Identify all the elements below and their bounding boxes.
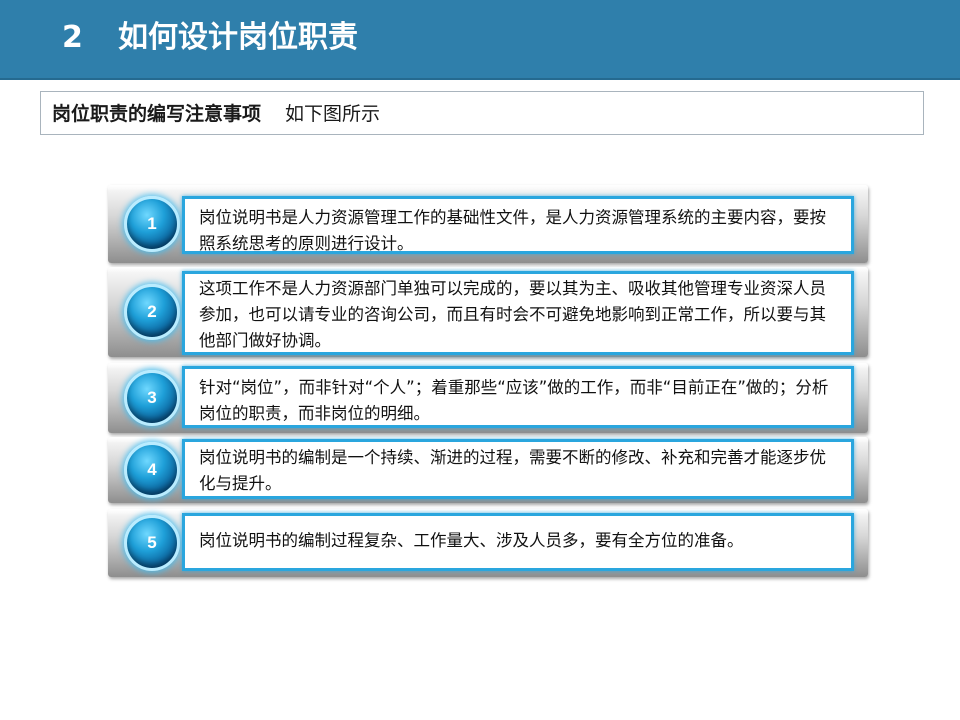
number-badge-2: 2 xyxy=(124,284,180,340)
subtitle-normal: 如下图所示 xyxy=(285,103,381,125)
item-text: 岗位说明书是人力资源管理工作的基础性文件，是人力资源管理系统的主要内容，要按照系… xyxy=(199,208,826,253)
item-text: 岗位说明书的编制过程复杂、工作量大、涉及人员多，要有全方位的准备。 xyxy=(199,531,744,550)
item-text: 这项工作不是人力资源部门单独可以完成的，要以其为主、吸收其他管理专业资深人员参加… xyxy=(199,279,826,350)
badge-number: 5 xyxy=(147,533,157,552)
badge-number: 2 xyxy=(147,302,157,321)
subtitle-bold: 岗位职责的编写注意事项 xyxy=(52,103,262,125)
page-title: 如何设计岗位职责 xyxy=(118,20,358,55)
number-badge-1: 1 xyxy=(124,196,180,252)
item-text-box: 岗位说明书是人力资源管理工作的基础性文件，是人力资源管理系统的主要内容，要按照系… xyxy=(182,196,854,254)
section-number: 2 xyxy=(62,20,83,55)
badge-number: 3 xyxy=(147,388,157,407)
item-text-box: 岗位说明书的编制是一个持续、渐进的过程，需要不断的修改、补充和完善才能逐步优化与… xyxy=(182,439,854,499)
badge-number: 1 xyxy=(147,214,157,233)
number-badge-3: 3 xyxy=(124,370,180,426)
item-text: 针对“岗位”，而非针对“个人”；着重那些“应该”做的工作，而非“目前正在”做的；… xyxy=(199,378,829,423)
list-item-4: 4 岗位说明书的编制是一个持续、渐进的过程，需要不断的修改、补充和完善才能逐步优… xyxy=(108,437,868,503)
list-item-3: 3 针对“岗位”，而非针对“个人”；着重那些“应该”做的工作，而非“目前正在”做… xyxy=(108,363,868,433)
badge-number: 4 xyxy=(147,460,157,479)
list-item-1: 1 岗位说明书是人力资源管理工作的基础性文件，是人力资源管理系统的主要内容，要按… xyxy=(108,185,868,263)
subtitle-box: 岗位职责的编写注意事项 如下图所示 xyxy=(40,91,924,135)
number-badge-4: 4 xyxy=(124,442,180,498)
item-text-box: 针对“岗位”，而非针对“个人”；着重那些“应该”做的工作，而非“目前正在”做的；… xyxy=(182,366,854,428)
list-item-2: 2 这项工作不是人力资源部门单独可以完成的，要以其为主、吸收其他管理专业资深人员… xyxy=(108,267,868,357)
item-text-box: 岗位说明书的编制过程复杂、工作量大、涉及人员多，要有全方位的准备。 xyxy=(182,513,854,571)
header-bar: 2 如何设计岗位职责 xyxy=(0,0,960,80)
item-text-box: 这项工作不是人力资源部门单独可以完成的，要以其为主、吸收其他管理专业资深人员参加… xyxy=(182,271,854,355)
item-text: 岗位说明书的编制是一个持续、渐进的过程，需要不断的修改、补充和完善才能逐步优化与… xyxy=(199,448,826,493)
list-item-5: 5 岗位说明书的编制过程复杂、工作量大、涉及人员多，要有全方位的准备。 xyxy=(108,509,868,577)
slide: 2 如何设计岗位职责 岗位职责的编写注意事项 如下图所示 1 岗位说明书是人力资… xyxy=(0,0,960,720)
number-badge-5: 5 xyxy=(124,515,180,571)
